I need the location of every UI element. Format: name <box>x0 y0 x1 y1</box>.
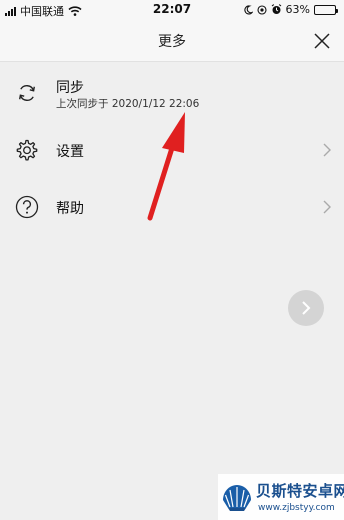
moon-icon <box>243 4 253 14</box>
chevron-right-icon <box>302 301 311 315</box>
sync-icon <box>19 85 35 101</box>
chevron-right-icon <box>323 200 331 214</box>
help-label: 帮助 <box>56 201 84 217</box>
shell-logo-icon <box>223 485 251 511</box>
status-bar: 中国联通 22:07 63% <box>0 0 344 20</box>
close-icon[interactable] <box>310 29 334 53</box>
chevron-right-icon <box>323 143 331 157</box>
nav-bar: 更多 <box>0 20 344 62</box>
status-right: 63% <box>243 3 338 16</box>
location-icon <box>256 4 267 15</box>
watermark-title: 贝斯特安卓网 <box>256 482 344 500</box>
floating-next-button[interactable] <box>288 290 324 326</box>
menu-item-help[interactable]: 帮助 <box>0 179 344 235</box>
last-sync-time: 上次同步于 2020/1/12 22:06 <box>56 98 200 110</box>
sync-label: 同步 <box>56 80 84 96</box>
alarm-icon <box>271 4 281 14</box>
settings-label: 设置 <box>56 144 84 160</box>
menu-item-settings[interactable]: 设置 <box>0 122 344 178</box>
help-icon <box>15 195 39 219</box>
watermark-url: www.zjbstyy.com <box>258 503 335 513</box>
menu-item-sync[interactable]: 同步 上次同步于 2020/1/12 22:06 <box>0 72 344 128</box>
battery-icon <box>314 4 338 15</box>
gear-icon <box>16 139 38 161</box>
page-title: 更多 <box>158 34 186 50</box>
battery-percent: 63% <box>285 3 310 16</box>
watermark: 贝斯特安卓网 www.zjbstyy.com <box>218 474 344 520</box>
